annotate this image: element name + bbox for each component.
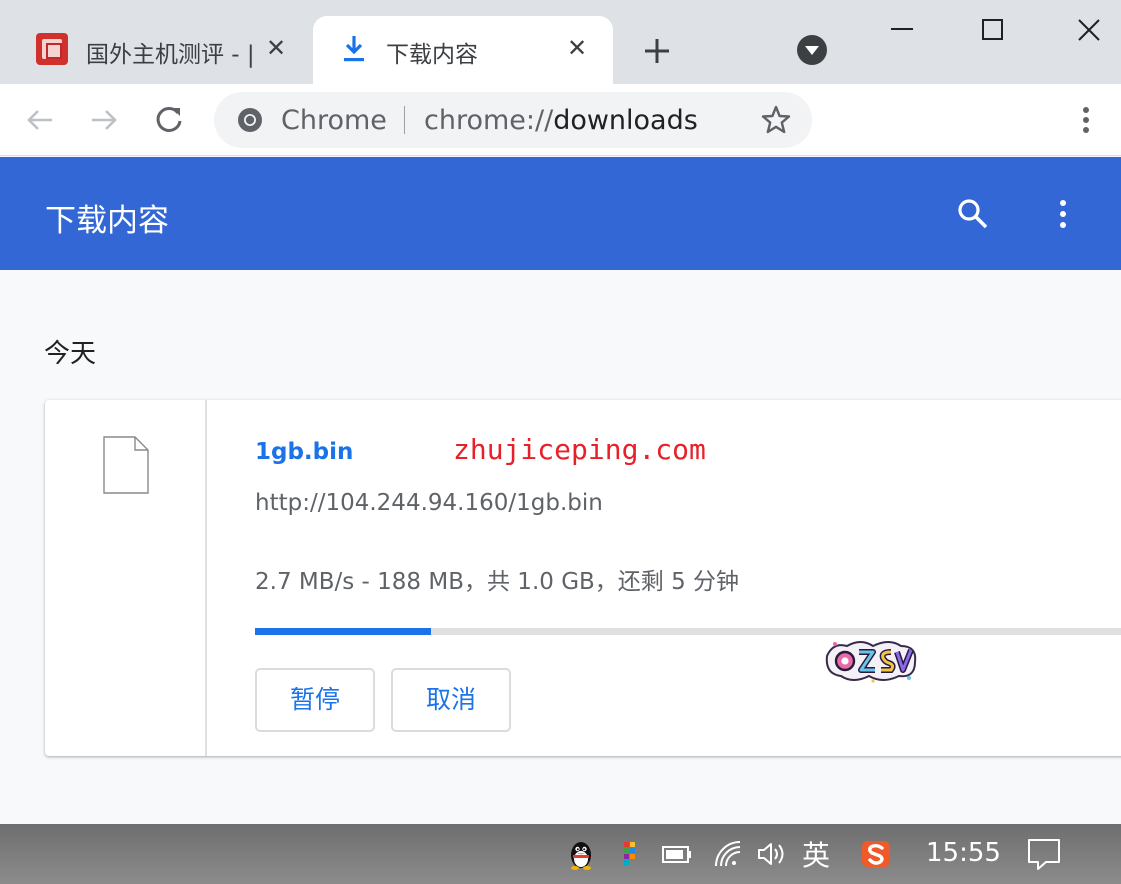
- wifi-icon[interactable]: [712, 838, 744, 870]
- volume-icon[interactable]: [755, 838, 787, 870]
- tab-title: 下载内容: [386, 42, 478, 68]
- maximize-icon[interactable]: [947, 0, 1039, 60]
- clock-time[interactable]: 15:55: [926, 838, 1001, 868]
- qq-penguin-icon[interactable]: [565, 838, 597, 870]
- forward-arrow-icon[interactable]: [88, 104, 120, 136]
- cancel-button[interactable]: 取消: [391, 668, 511, 732]
- pause-button[interactable]: 暂停: [255, 668, 375, 732]
- omnibox-url[interactable]: chrome://downloads: [424, 105, 698, 136]
- tab-title: 国外主机测评 - |: [86, 42, 255, 68]
- download-icon: [344, 36, 364, 62]
- file-name-link[interactable]: 1gb.bin: [255, 439, 353, 465]
- omnibox-separator: [404, 106, 405, 134]
- tab-strip: 国外主机测评 - | ✕ 下载内容 ✕: [0, 0, 1121, 84]
- watermark-text: zhujiceping.com: [453, 433, 706, 466]
- action-center-icon[interactable]: [1026, 836, 1062, 872]
- battery-icon[interactable]: [661, 838, 693, 870]
- new-tab-plus-icon[interactable]: [640, 34, 674, 68]
- window-close-icon[interactable]: [1037, 0, 1121, 60]
- site-favicon-icon: [36, 33, 68, 65]
- windows-taskbar: 英 15:55: [0, 824, 1121, 884]
- browser-menu-icon[interactable]: [1072, 104, 1100, 136]
- date-heading: 今天: [44, 339, 97, 369]
- download-progress-bar: [255, 628, 1121, 635]
- download-item-card: 1gb.bin zhujiceping.com http://104.244.9…: [45, 400, 1121, 756]
- search-icon[interactable]: [956, 197, 990, 231]
- page-title: 下载内容: [45, 203, 169, 239]
- file-source-url[interactable]: http://104.244.94.160/1gb.bin: [255, 490, 603, 516]
- download-status: 2.7 MB/s - 188 MB，共 1.0 GB，还剩 5 分钟: [255, 569, 740, 595]
- file-icon: [103, 436, 149, 494]
- tab-search-dropdown-icon[interactable]: [797, 35, 827, 65]
- tab-close-icon[interactable]: ✕: [264, 36, 288, 60]
- tab-downloads[interactable]: 下载内容 ✕: [313, 16, 613, 84]
- sogou-input-icon[interactable]: [860, 838, 892, 870]
- reload-icon[interactable]: [153, 104, 185, 136]
- minimize-icon[interactable]: [857, 0, 949, 60]
- bookmark-star-icon[interactable]: [760, 104, 792, 136]
- ozsv-logo: [825, 641, 917, 683]
- omnibox-chrome-label: Chrome: [281, 105, 387, 136]
- progress-fill: [255, 628, 431, 635]
- chrome-logo-icon: [238, 108, 262, 132]
- address-bar[interactable]: Chrome chrome://downloads: [214, 92, 812, 148]
- downloads-header: 下载内容: [0, 157, 1121, 270]
- colorful-app-icon[interactable]: [615, 838, 647, 870]
- back-arrow-icon[interactable]: [24, 104, 56, 136]
- url-host: downloads: [553, 105, 698, 136]
- url-scheme: chrome://: [424, 105, 554, 136]
- card-divider: [205, 400, 207, 756]
- input-language-indicator[interactable]: 英: [802, 834, 830, 874]
- tab-close-icon[interactable]: ✕: [565, 36, 589, 60]
- browser-toolbar: Chrome chrome://downloads: [0, 84, 1121, 156]
- tab-zhujiceping[interactable]: 国外主机测评 - | ✕: [18, 16, 312, 84]
- more-actions-icon[interactable]: [1050, 197, 1076, 231]
